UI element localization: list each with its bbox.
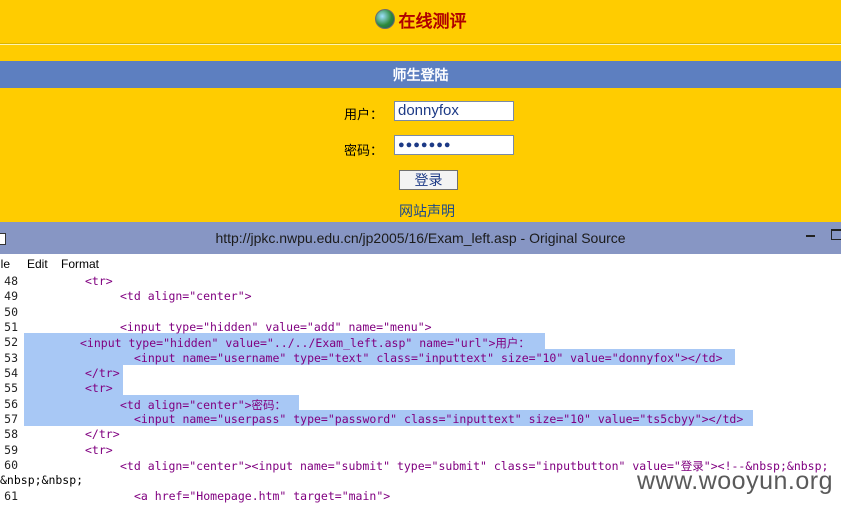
line-number: 61 (4, 489, 18, 503)
line-number: 48 (4, 274, 18, 288)
line-number: 52 (4, 335, 18, 349)
minimize-icon[interactable] (806, 235, 815, 237)
globe-icon (374, 9, 395, 29)
site-header: 在线测评 (0, 6, 841, 32)
document-icon (0, 233, 6, 245)
line-number: 55 (4, 381, 18, 395)
login-page: 在线测评 师生登陆 用户： donnyfox 密码： ●●●●●●● 登录 网站… (0, 0, 841, 222)
password-input[interactable]: ●●●●●●● (394, 135, 514, 155)
window-title: http://jpkc.nwpu.edu.cn/jp2005/16/Exam_l… (215, 230, 626, 246)
menu-edit[interactable]: Edit (27, 257, 48, 271)
code-line: <td align="center"> (120, 289, 252, 303)
code-line: &nbsp;&nbsp; (0, 473, 84, 487)
line-number: 53 (4, 351, 18, 365)
code-line: </tr> (85, 427, 120, 441)
line-number: 59 (4, 443, 18, 457)
notice-link[interactable]: 网站声明 (399, 201, 455, 221)
login-button[interactable]: 登录 (399, 170, 458, 190)
window-titlebar: http://jpkc.nwpu.edu.cn/jp2005/16/Exam_l… (0, 222, 841, 254)
code-line: <input name="username" type="text" class… (134, 351, 723, 365)
line-number: 56 (4, 397, 18, 411)
line-number: 51 (4, 320, 18, 334)
line-number: 50 (4, 305, 18, 319)
code-line: </tr> (85, 366, 120, 380)
code-line: <a href="Homepage.htm" target="main"> (134, 489, 391, 503)
code-line: <tr> (85, 274, 113, 288)
menu-file[interactable]: ile (0, 257, 10, 271)
code-line: <tr> (85, 381, 113, 395)
line-number: 54 (4, 366, 18, 380)
maximize-icon[interactable] (831, 229, 841, 240)
menu-format[interactable]: Format (61, 257, 99, 271)
login-bar: 师生登陆 (0, 61, 841, 88)
site-title: 在线测评 (398, 11, 467, 32)
code-line: <tr> (85, 443, 113, 457)
line-number: 49 (4, 289, 18, 303)
line-number: 57 (4, 412, 18, 426)
username-input[interactable]: donnyfox (394, 101, 514, 121)
divider (0, 43, 841, 45)
code-line: <input type="hidden" value="../../Exam_l… (80, 336, 530, 350)
watermark: www.wooyun.org (637, 467, 833, 495)
code-line: <input type="hidden" value="add" name="m… (120, 320, 432, 334)
code-line: <input name="userpass" type="password" c… (134, 412, 744, 426)
code-line: <td align="center">密码： (120, 398, 287, 412)
source-window: http://jpkc.nwpu.edu.cn/jp2005/16/Exam_l… (0, 222, 841, 509)
username-label: 用户： (344, 108, 384, 123)
menu-bar: ile Edit Format (0, 254, 841, 274)
password-label: 密码： (344, 144, 384, 159)
line-number: 60 (4, 458, 18, 472)
line-number: 58 (4, 427, 18, 441)
